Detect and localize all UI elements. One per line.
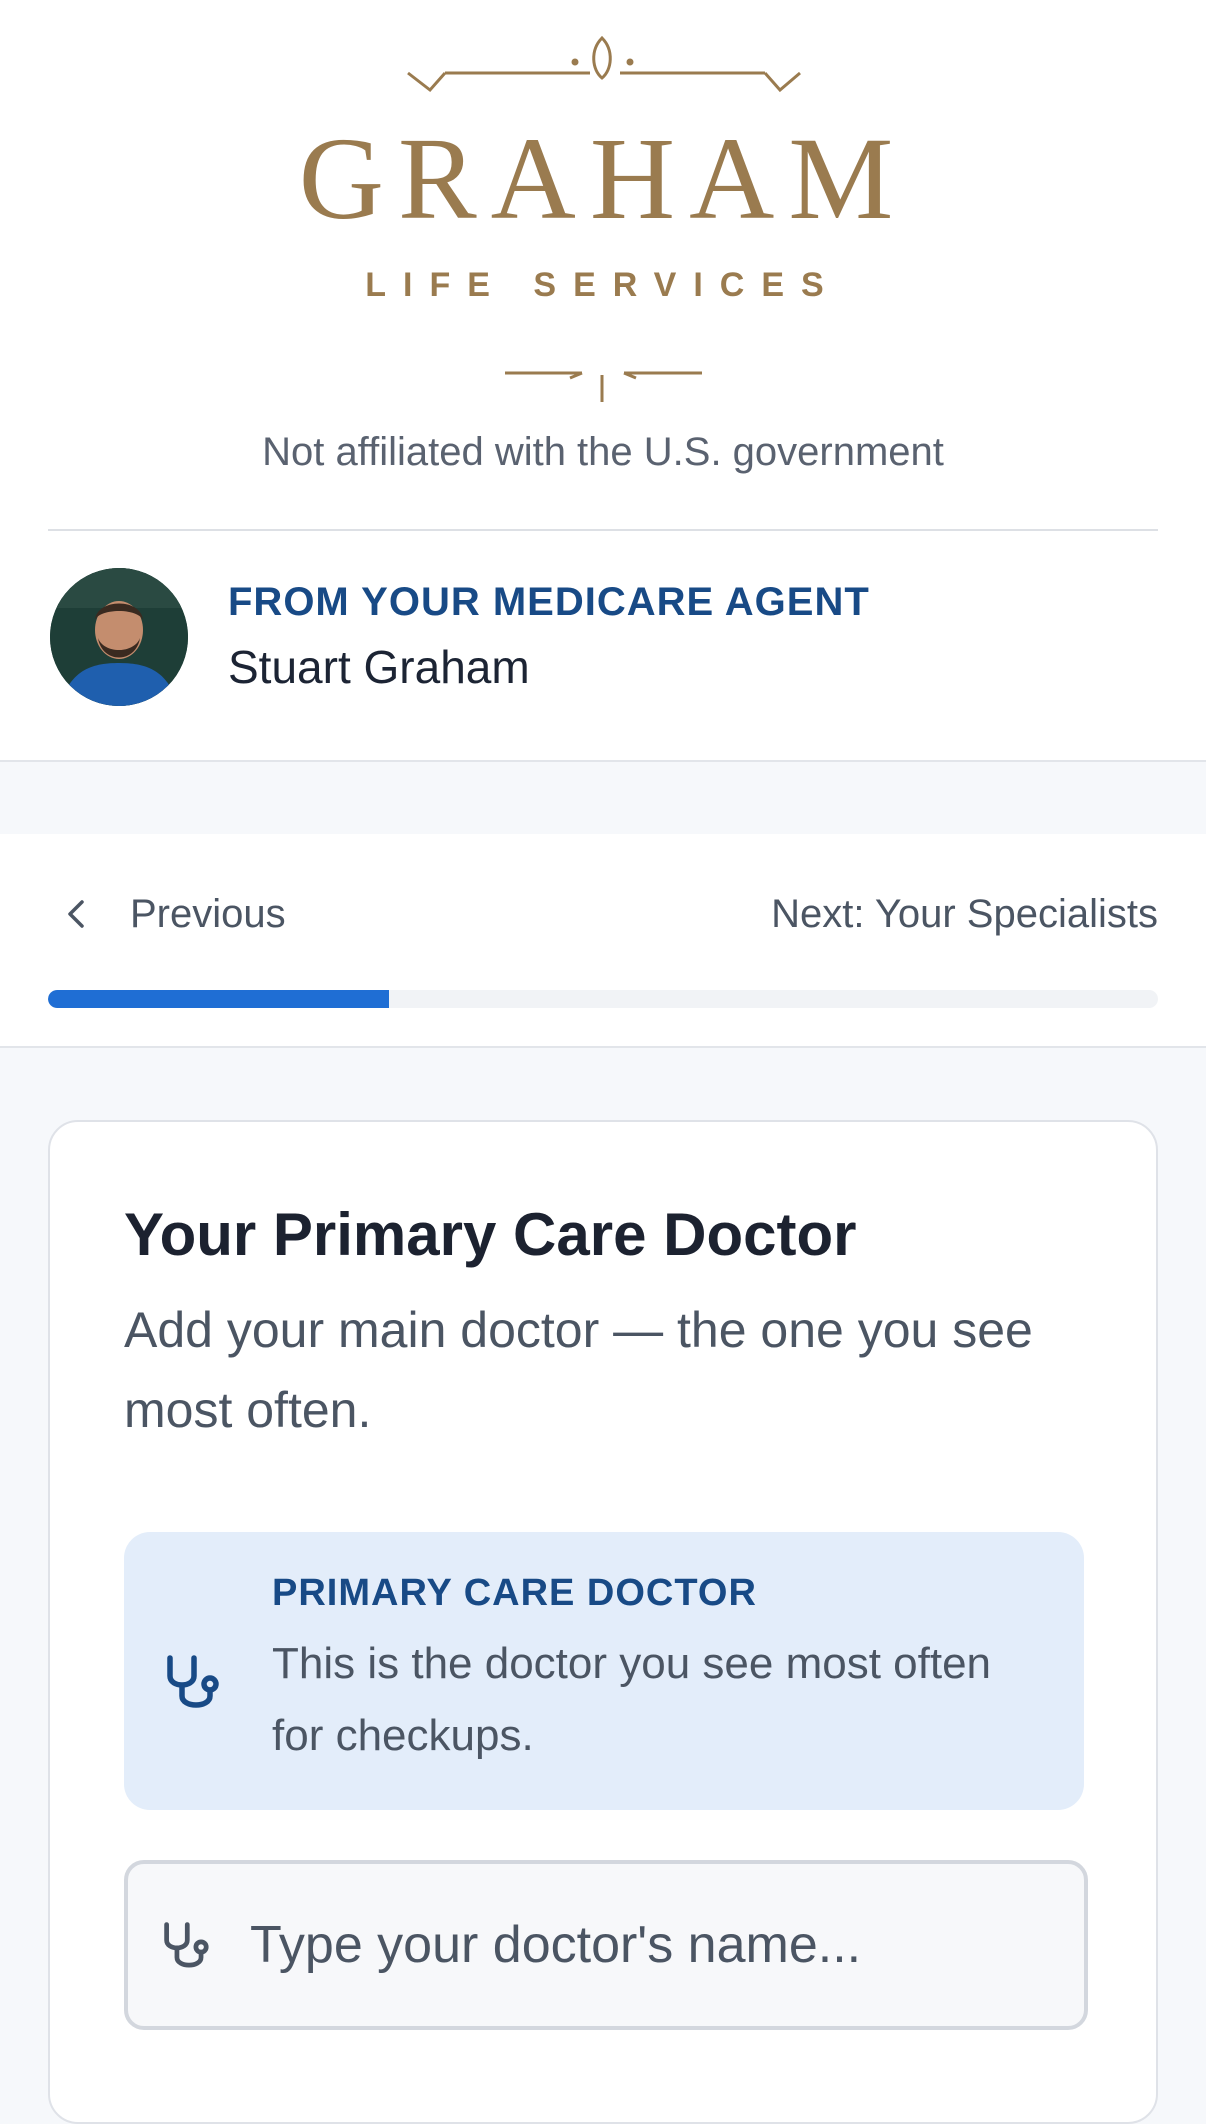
stethoscope-icon (160, 1648, 232, 1720)
graham-logo: GRAHAM LIFE SERVICES (0, 0, 1206, 420)
agent-name: Stuart Graham (228, 641, 530, 693)
doctor-search-field[interactable] (124, 1860, 1088, 2030)
chevron-left-icon (48, 884, 108, 944)
logo-subtitle: LIFE SERVICES (365, 266, 841, 304)
site-header: GRAHAM LIFE SERVICES Not affiliated with… (0, 0, 1206, 762)
info-kicker: PRIMARY CARE DOCTOR (272, 1572, 757, 1614)
agent-kicker: FROM YOUR MEDICARE AGENT (228, 580, 870, 624)
next-button[interactable]: Next: Your Specialists (771, 884, 1158, 944)
government-disclaimer: Not affiliated with the U.S. government (262, 430, 944, 474)
card-description: Add your main doctor — the one you see m… (124, 1302, 1033, 1438)
progress-bar (48, 990, 1158, 1008)
step-navigation: Previous Next: Your Specialists (0, 834, 1206, 1048)
agent-info: FROM YOUR MEDICARE AGENT Stuart Graham (48, 568, 1158, 713)
header-divider (48, 529, 1158, 531)
agent-avatar (50, 568, 188, 706)
card-title: Your Primary Care Doctor (124, 1201, 857, 1268)
previous-label: Previous (130, 891, 286, 936)
logo-title: GRAHAM (298, 113, 908, 244)
info-text: This is the doctor you see most often fo… (272, 1639, 992, 1760)
primary-doctor-card: Your Primary Care Doctor Add your main d… (48, 1120, 1158, 2124)
previous-button[interactable]: Previous (48, 884, 286, 944)
progress-bar-fill (48, 990, 389, 1008)
info-callout: PRIMARY CARE DOCTOR This is the doctor y… (124, 1532, 1084, 1810)
next-label: Next: Your Specialists (771, 891, 1158, 936)
stethoscope-icon (158, 1916, 220, 1978)
doctor-search-input[interactable] (248, 1894, 1052, 1996)
